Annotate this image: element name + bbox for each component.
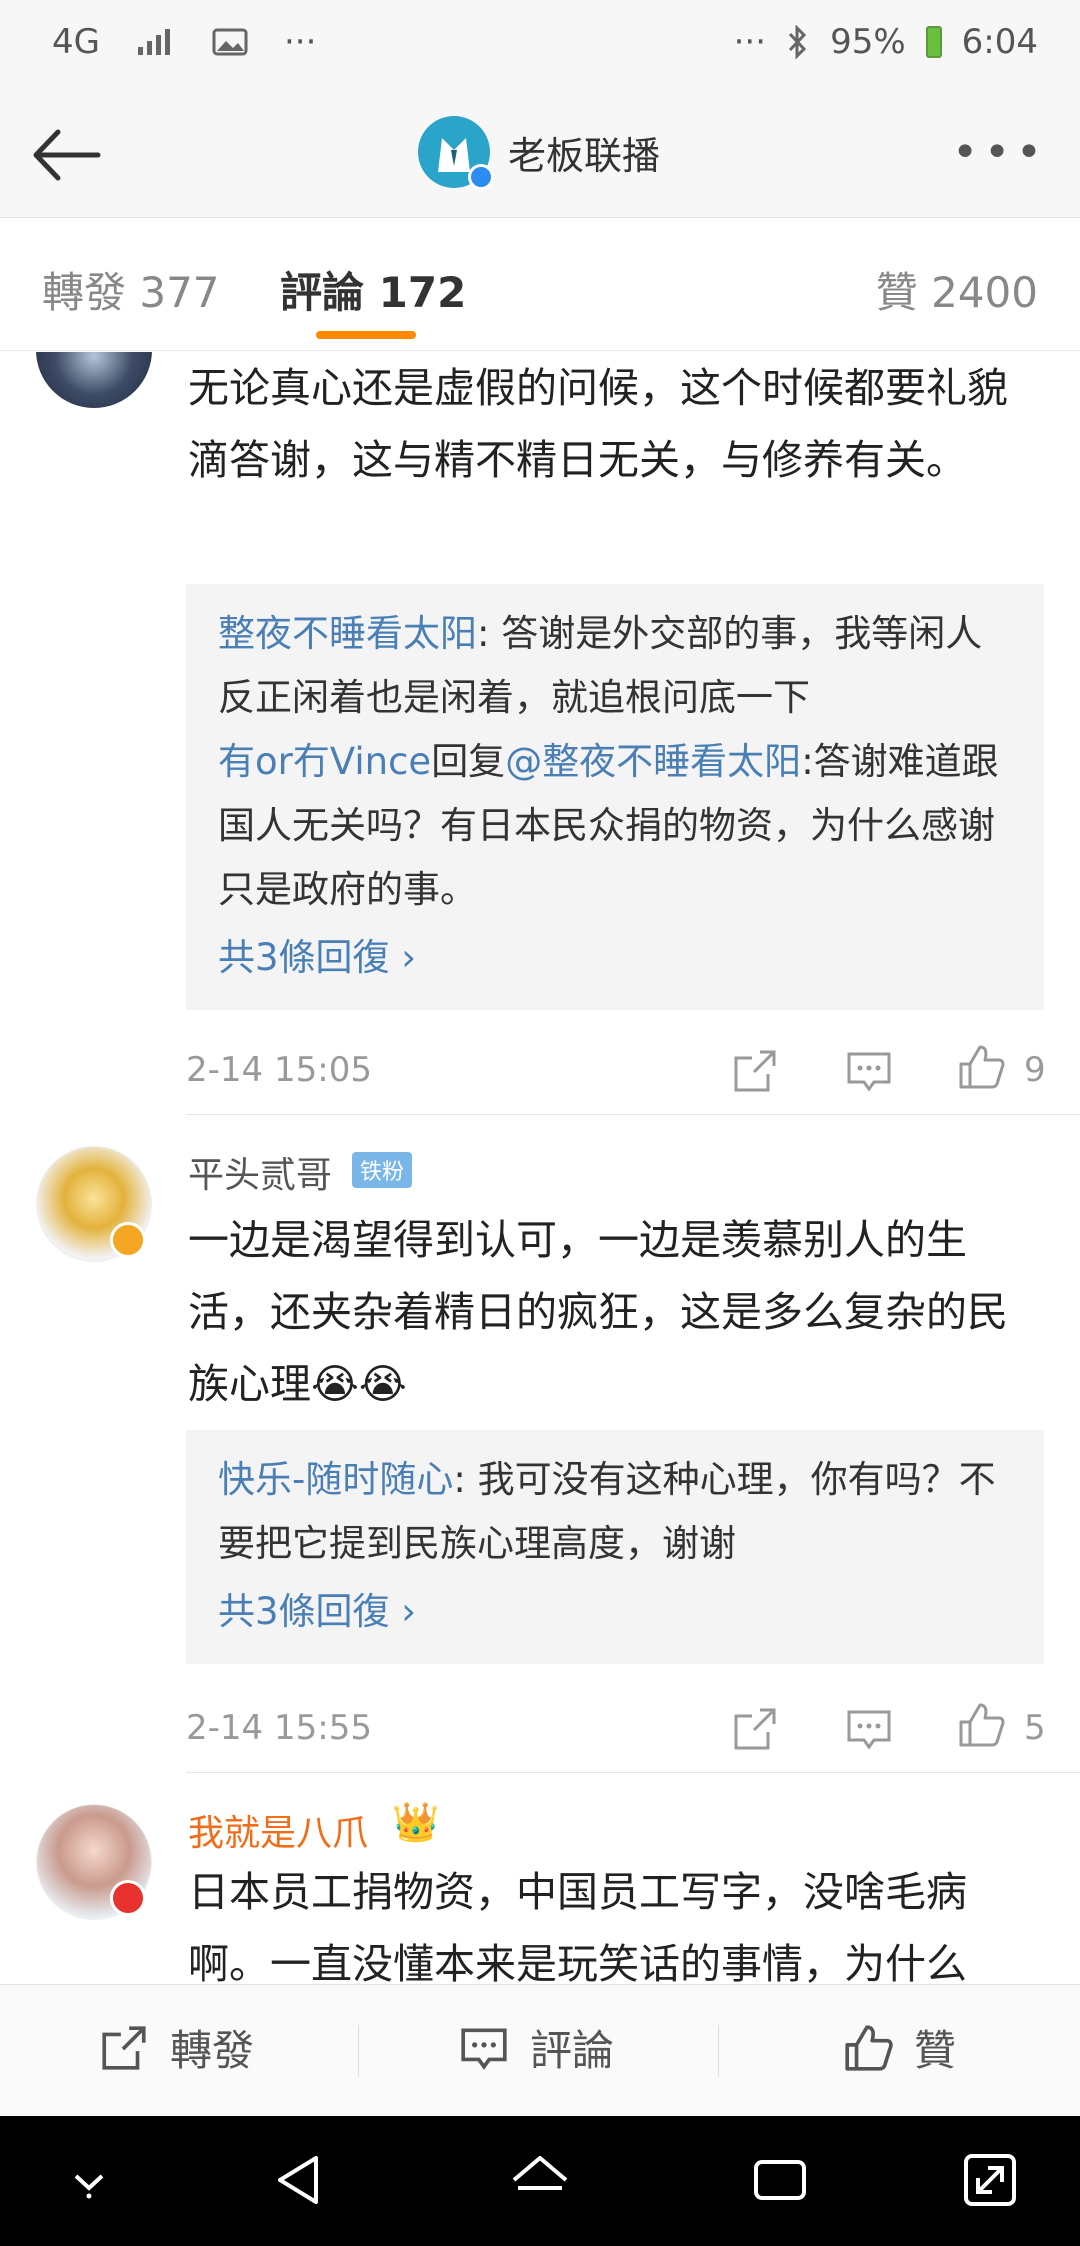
like-count: 9 [1024,1050,1046,1090]
tab-repost[interactable]: 轉發 377 [42,259,220,320]
comment-text: 一边是渴望得到认可，一边是羡慕别人的生活，还夹杂着精日的疯狂，这是多么复杂的民族… [188,1216,1008,1408]
divider [186,1114,1080,1115]
network-indicator: 4G [52,22,100,62]
reply-connector: 回复 [431,740,506,783]
view-all-replies-link[interactable]: 共3條回復 › [218,1580,1012,1644]
system-nav-bar [0,2116,1080,2246]
tab-likes[interactable]: 贊 2400 [876,259,1038,320]
repost-button[interactable]: 轉發 [98,2017,254,2078]
comment-button[interactable]: 評論 [458,2017,614,2078]
account-header[interactable]: 老板联播 [418,116,661,190]
bluetooth-icon [788,25,807,59]
comment-timestamp: 2-14 15:05 [186,1050,372,1090]
clock: 6:04 [961,22,1038,62]
verified-icon [110,1880,146,1916]
view-all-replies-link[interactable]: 共3條回復 › [218,926,1012,990]
signal-icon [137,29,170,55]
image-notification-icon [212,28,248,56]
battery-percent: 95% [830,22,906,62]
page-title: 老板联播 [508,133,661,178]
home-nav-icon[interactable] [508,2150,572,2210]
reply-item: 有or冇Vince回复@整夜不睡看太阳:答谢难道跟国人无关吗？有日本民众捐的物资… [218,730,1012,922]
reply-username[interactable]: 有or冇Vince [218,740,431,783]
repost-label: 轉發 [170,2026,255,2075]
divider [718,2025,719,2077]
battery-icon [925,26,942,58]
reply-item: 快乐-随时随心: 我可没有这种心理，你有吗？不要把它提到民族心理高度，谢谢 [218,1448,1012,1576]
like-label: 贊 [914,2026,957,2075]
comment-timestamp: 2-14 15:55 [186,1708,372,1748]
comment-text: 无论真心还是虚假的问候，这个时候都要礼貌滴答谢，这与精不精日无关，与修养有关。 [188,364,1008,484]
username[interactable]: 平头贰哥 [188,1146,332,1198]
hide-keyboard-icon[interactable] [64,2150,114,2210]
tab-comments[interactable]: 評論 172 [280,259,466,320]
like-icon[interactable] [956,1042,1006,1092]
more-status-indicator: ··· [733,22,767,62]
crown-icon: 👑 [392,1800,440,1844]
recent-apps-icon[interactable] [750,2150,810,2210]
divider [186,1772,1080,1773]
like-button[interactable]: 贊 [842,2017,956,2078]
back-nav-icon[interactable] [270,2150,330,2210]
tab-bar: 轉發 377 評論 172 贊 2400 [0,219,1080,351]
vip-badge-icon [110,1222,146,1258]
like-count: 5 [1024,1708,1046,1748]
more-options-icon[interactable]: ••• [952,131,1048,175]
expand-nav-icon[interactable] [960,2150,1020,2210]
share-icon [102,2025,146,2070]
verified-icon [468,164,494,190]
fan-badge: 铁粉 [352,1152,413,1188]
reply-preview-box[interactable]: 快乐-随时随心: 我可没有这种心理，你有吗？不要把它提到民族心理高度，谢谢 共3… [186,1430,1044,1664]
comment-label: 評論 [530,2026,615,2075]
reply-mention[interactable]: @整夜不睡看太阳 [505,740,801,783]
bottom-action-bar: 轉發 評論 贊 [0,1984,1080,2116]
reply-username[interactable]: 快乐-随时随心 [218,1458,453,1501]
back-arrow-icon[interactable] [28,120,108,190]
divider [358,2025,359,2077]
share-icon[interactable] [730,1704,780,1754]
account-avatar [418,116,494,190]
comments-list: 无论真心还是虚假的问候，这个时候都要礼貌滴答谢，这与精不精日无关，与修养有关。 … [0,352,1080,1984]
username[interactable]: 我就是八爪 [188,1804,368,1856]
share-icon[interactable] [730,1046,780,1096]
comment-icon[interactable] [844,1046,894,1096]
comment-text: 日本员工捐物资，中国员工写字，没啥毛病啊。一直没懂本来是玩笑话的事情，为什么 [188,1868,967,1984]
like-icon [845,2024,893,2071]
reply-item: 整夜不睡看太阳: 答谢是外交部的事，我等闲人反正闲着也是闲着，就追根问底一下 [218,602,1012,730]
like-icon[interactable] [956,1700,1006,1750]
more-notifications-indicator: ··· [283,22,317,62]
active-tab-indicator [316,331,416,339]
top-nav-bar: 老板联播 ••• [0,90,1080,218]
reply-preview-box[interactable]: 整夜不睡看太阳: 答谢是外交部的事，我等闲人反正闲着也是闲着，就追根问底一下 有… [186,584,1044,1010]
avatar[interactable] [36,352,152,408]
status-bar: 4G ··· ··· 95% 6:04 [0,0,1080,90]
comment-icon[interactable] [844,1704,894,1754]
comment-icon [461,2028,507,2070]
reply-username[interactable]: 整夜不睡看太阳 [218,612,477,655]
